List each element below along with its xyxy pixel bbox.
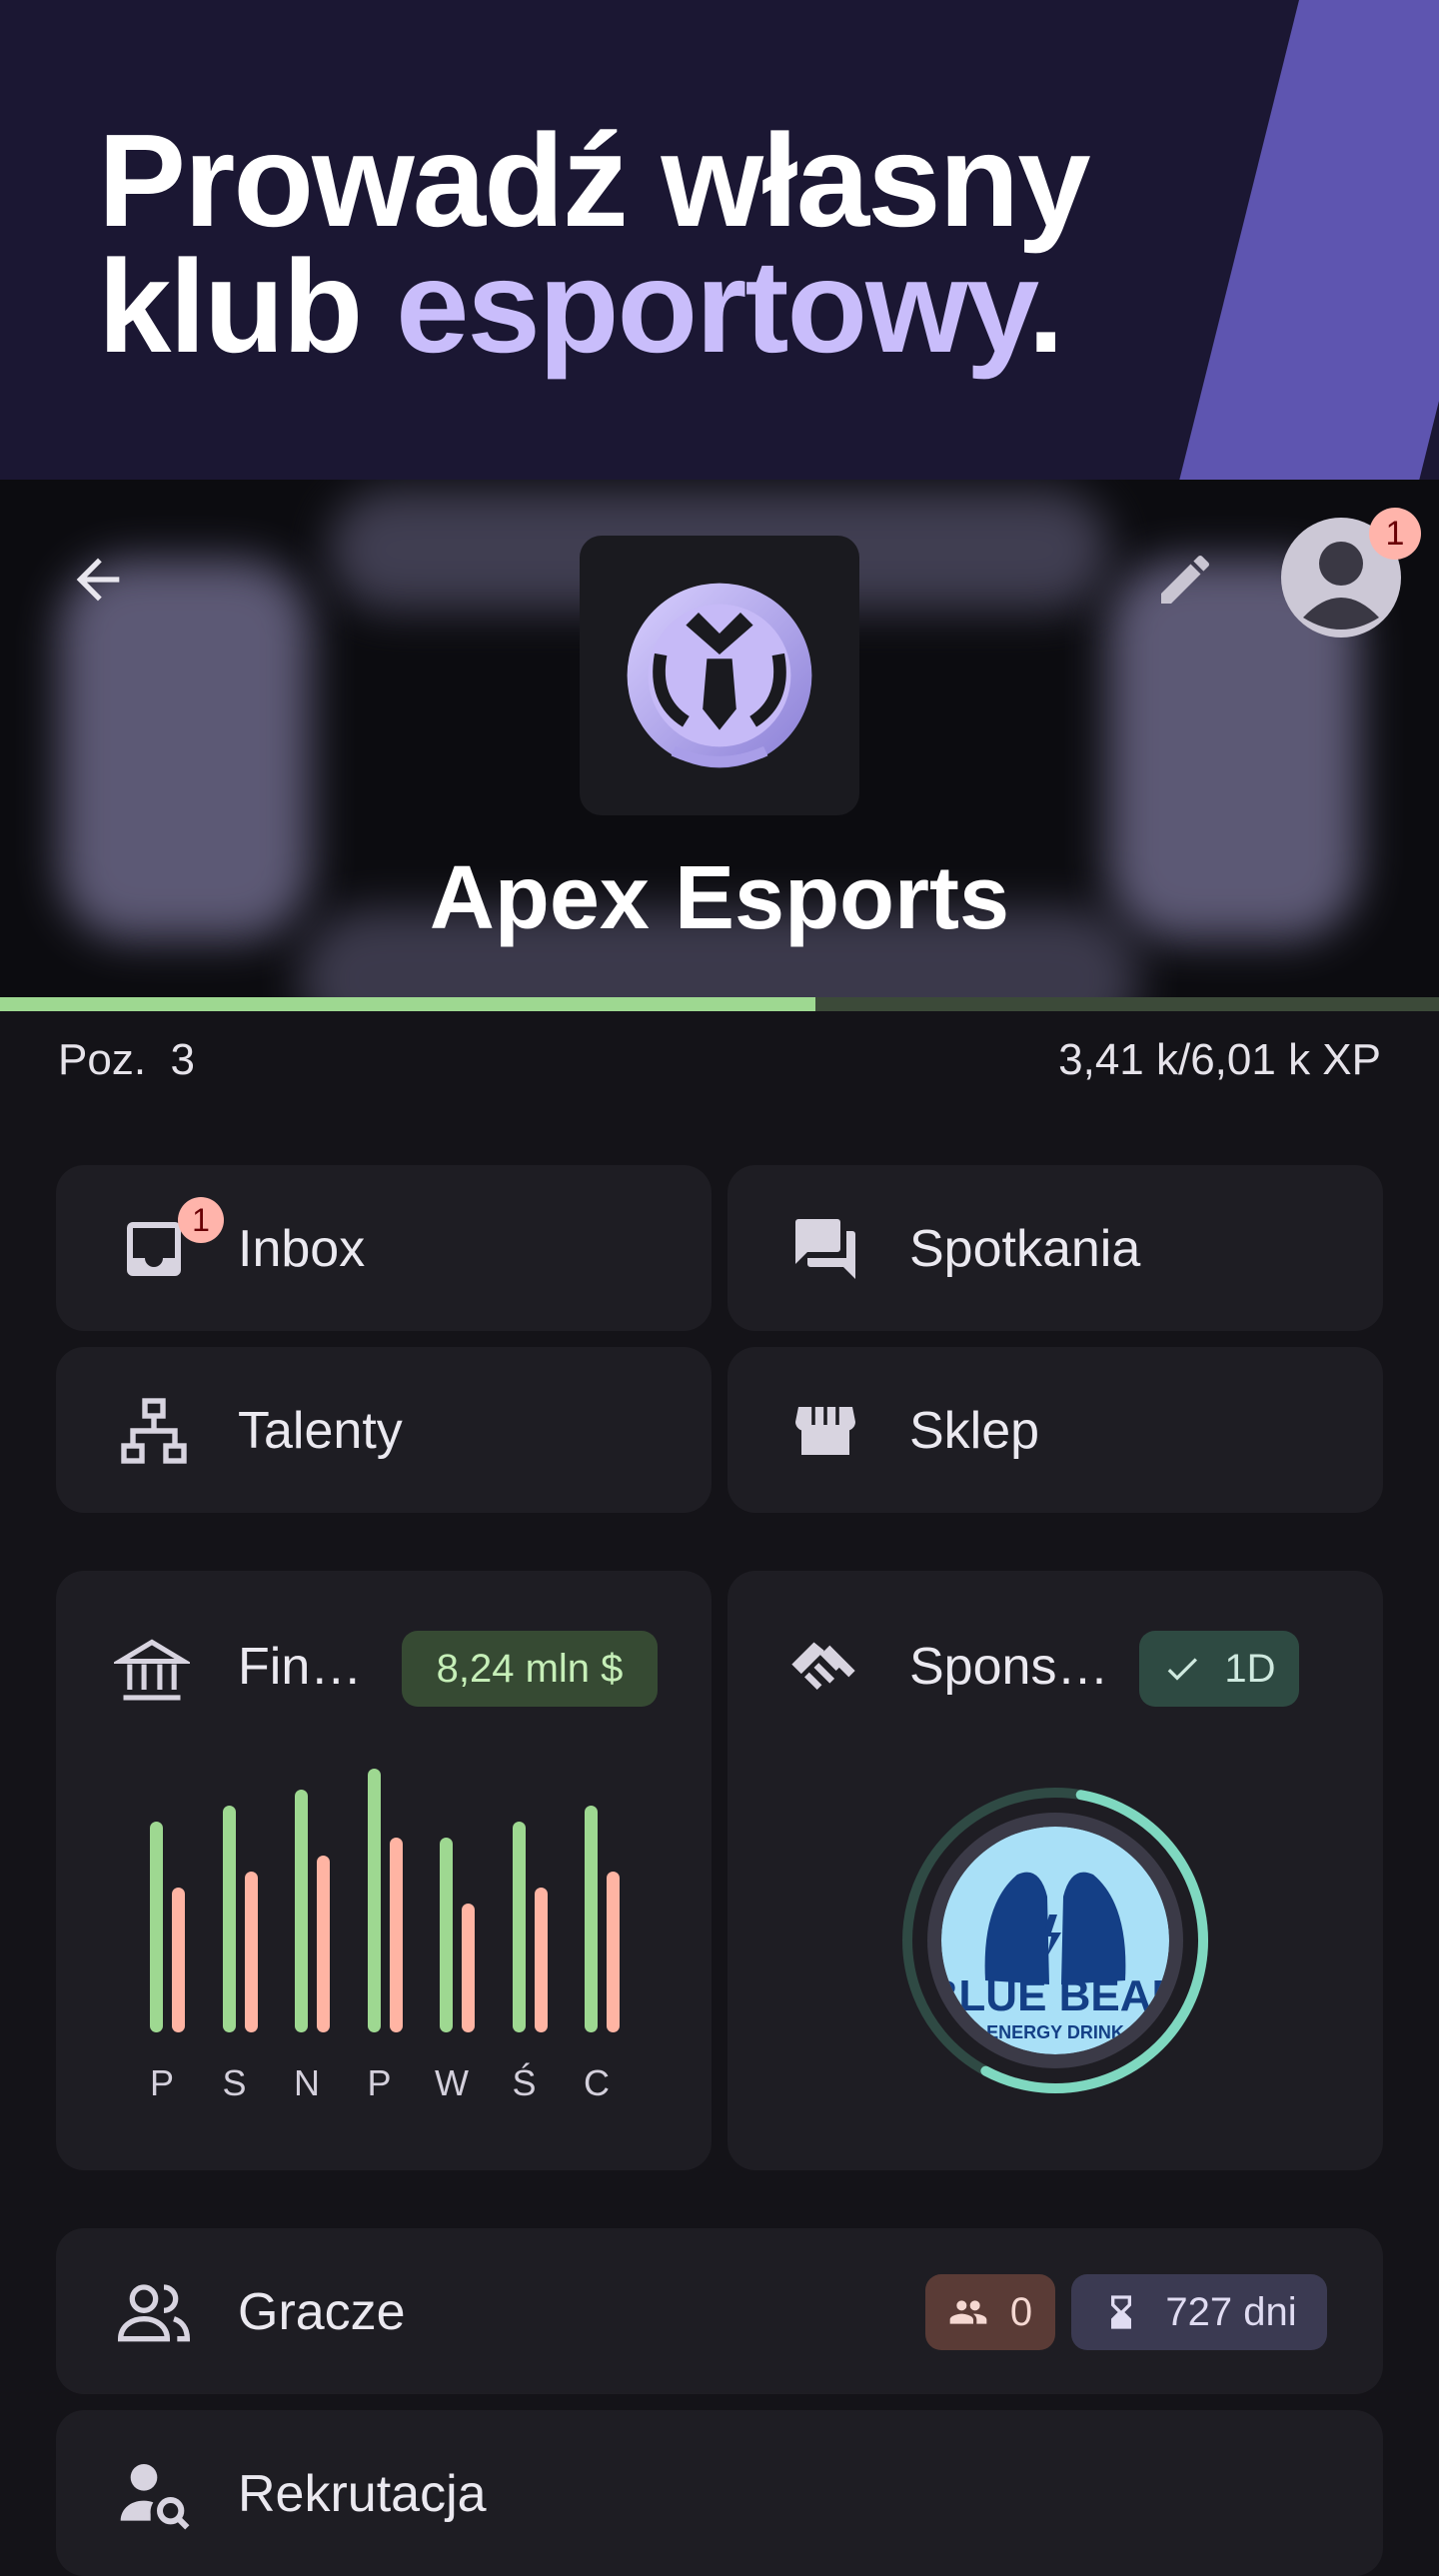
income-bar [150,1821,163,2032]
bank-icon [114,1633,190,1709]
expense-bar [172,1887,185,2032]
players-label: Gracze [238,2283,406,2341]
shop-tile[interactable]: Sklep [727,1347,1383,1513]
players-tile[interactable]: Gracze 0 727 dni [56,2228,1383,2394]
income-bar [295,1790,308,2032]
xp-label: 3,41 k/6,01 k XP [1058,1035,1381,1084]
back-button[interactable] [58,540,138,620]
day-label: C [584,2062,610,2103]
xp-progress-bar [0,997,1439,1011]
talents-label: Talenty [238,1402,403,1460]
handshake-icon [785,1633,861,1709]
level-label: Poz. 3 [58,1035,195,1084]
income-bar [367,1769,381,2032]
income-bar [512,1821,526,2032]
sponsor-status-text: 1D [1224,1646,1276,1691]
group-icon [114,2272,194,2352]
income-bar [585,1805,598,2032]
hourglass-icon [1111,2295,1132,2329]
expense-bar [462,1903,475,2032]
finance-amount-chip: 8,24 mln $ [402,1631,658,1707]
promo-line-2: klub [98,233,397,380]
income-bar [222,1805,236,2032]
promo-line-1: Prowadź własny [98,107,1091,254]
shop-label: Sklep [909,1402,1040,1460]
inbox-badge: 1 [178,1197,224,1243]
xp-progress-fill [0,997,816,1011]
expense-bar [389,1837,403,2032]
recruitment-label: Rekrutacja [238,2465,487,2523]
person-search-icon [114,2454,194,2534]
forum-icon [789,1213,861,1285]
storefront-icon [789,1395,861,1467]
promo-line-end: . [1027,233,1064,380]
club-name: Apex Esports [429,848,1010,948]
inbox-tile[interactable]: 1 Inbox [56,1165,712,1331]
club-logo[interactable] [580,536,859,815]
players-days-text: 727 dni [1165,2289,1297,2334]
finance-card[interactable]: Fin… 8,24 mln $ P S N P W Ś C [56,1571,712,2170]
sponsor-logo-tagline: ENERGY DRINK [986,2022,1124,2042]
inbox-label: Inbox [238,1220,366,1278]
day-label: P [367,2062,392,2103]
promo-banner: Prowadź własny klub esportowy. [0,0,1439,480]
sponsor-logo-ring: BLUE BEAR ENERGY DRINK [902,1788,1208,2093]
edit-button[interactable] [1145,540,1225,620]
players-days-chip: 727 dni [1071,2274,1327,2350]
day-label: N [294,2062,320,2103]
pencil-icon [1161,555,1210,604]
day-label: Ś [512,2062,537,2103]
expense-bar [607,1871,620,2032]
club-crest-icon [627,583,812,768]
finance-label: Fin… [238,1638,363,1696]
players-count-text: 0 [1009,2289,1033,2334]
talents-tile[interactable]: Talenty [56,1347,712,1513]
expense-bar [244,1871,258,2032]
sponsors-card[interactable]: Spons… 1D BLUE BEAR ENERGY DRINK [727,1571,1383,2170]
day-label: W [435,2062,469,2103]
sponsor-status-chip: 1D [1139,1631,1299,1707]
check-icon [1168,1658,1198,1681]
account-notification-badge: 1 [1369,508,1421,560]
arrow-back-icon [76,558,120,602]
meetings-tile[interactable]: Spotkania [727,1165,1383,1331]
expense-bar [534,1887,548,2032]
meetings-label: Spotkania [909,1220,1141,1278]
promo-accent-word: esportowy [396,233,1029,380]
sponsors-label: Spons… [909,1638,1109,1696]
people-icon [949,2300,987,2324]
org-chart-icon [118,1395,190,1467]
income-bar [440,1837,453,2032]
recruitment-tile[interactable]: Rekrutacja [56,2410,1383,2576]
day-label: P [149,2062,174,2103]
promo-stripe [1169,0,1439,480]
day-label: S [222,2062,247,2103]
promo-headline: Prowadź własny klub esportowy. [98,115,1091,373]
players-count-chip: 0 [925,2274,1055,2350]
expense-bar [317,1856,330,2032]
